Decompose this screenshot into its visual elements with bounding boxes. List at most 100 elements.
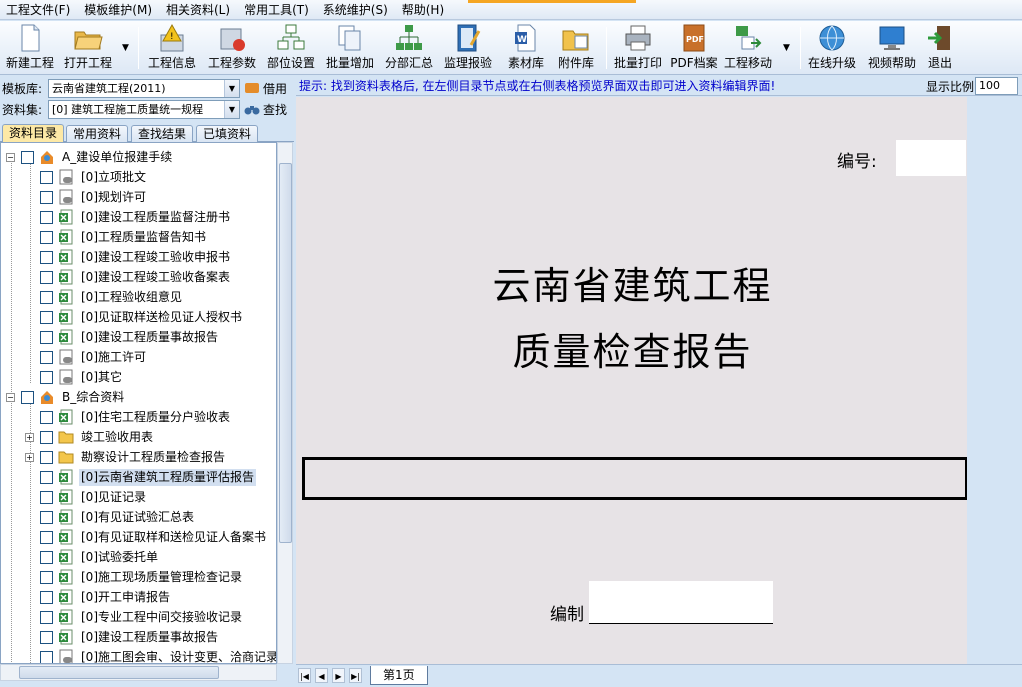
tree-checkbox[interactable] xyxy=(40,510,53,524)
expand-icon[interactable]: + xyxy=(25,432,34,442)
prev-page-icon[interactable]: ◀ xyxy=(315,668,328,683)
next-page-icon[interactable]: ▶ xyxy=(332,668,345,683)
tree-checkbox[interactable] xyxy=(40,290,53,304)
tree-item[interactable]: [0]工程验收组意见 xyxy=(25,287,184,307)
tree-checkbox[interactable] xyxy=(40,270,53,284)
new-project-button[interactable]: 新建工程 xyxy=(4,23,56,73)
document-preview[interactable]: 编号: 云南省建筑工程 质量检查报告 编制 xyxy=(296,97,1022,664)
tree-item[interactable]: [0]建设工程质量事故报告 xyxy=(25,327,220,347)
tree-item[interactable]: [0]见证取样送检见证人授权书 xyxy=(25,307,244,327)
tree-checkbox[interactable] xyxy=(40,450,53,464)
tree-item[interactable]: + 竣工验收用表 xyxy=(25,427,155,447)
tab-filled[interactable]: 已填资料 xyxy=(196,125,259,142)
last-page-icon[interactable]: ▶| xyxy=(349,668,362,683)
collapse-icon[interactable]: − xyxy=(6,152,15,162)
tree-item[interactable]: [0]试验委托单 xyxy=(25,547,160,567)
scroll-thumb[interactable] xyxy=(19,666,219,679)
project-name-box[interactable] xyxy=(302,457,968,500)
tree-checkbox[interactable] xyxy=(40,250,53,264)
tree-checkbox[interactable] xyxy=(40,610,53,624)
tree-horizontal-scrollbar[interactable] xyxy=(0,664,277,681)
tree-checkbox[interactable] xyxy=(21,390,34,404)
tree-item[interactable]: [0]有见证试验汇总表 xyxy=(25,507,196,527)
template-select[interactable]: 云南省建筑工程(2011) ▼ xyxy=(48,78,240,98)
tree-checkbox[interactable] xyxy=(40,590,53,604)
tree-item[interactable]: [0]建设工程质量监督注册书 xyxy=(25,207,232,227)
tree-item[interactable]: [0]建设工程竣工验收备案表 xyxy=(25,267,232,287)
tree-checkbox[interactable] xyxy=(40,170,53,184)
sub-summary-button[interactable]: 分部汇总 xyxy=(383,23,435,73)
open-dropdown-icon[interactable]: ▼ xyxy=(122,43,129,53)
scroll-thumb[interactable] xyxy=(279,163,292,543)
pdf-archive-button[interactable]: PDF PDF档案 xyxy=(668,23,720,73)
tree-item[interactable]: [0]云南省建筑工程质量评估报告 xyxy=(25,467,256,487)
tree-checkbox[interactable] xyxy=(40,470,53,484)
search-button[interactable]: 查找 xyxy=(244,101,287,118)
menu-help[interactable]: 帮助(H) xyxy=(395,0,451,20)
tree-item[interactable]: − B_综合资料 xyxy=(6,387,126,407)
tree-item[interactable]: [0]施工许可 xyxy=(25,347,148,367)
tab-common[interactable]: 常用资料 xyxy=(66,125,129,142)
tree-item[interactable]: [0]专业工程中间交接验收记录 xyxy=(25,607,244,627)
tree-vertical-scrollbar[interactable] xyxy=(277,142,293,664)
tree-item[interactable]: [0]其它 xyxy=(25,367,124,387)
tree-item[interactable]: + 勘察设计工程质量检查报告 xyxy=(25,447,227,467)
project-move-button[interactable]: 工程移动 xyxy=(722,23,774,73)
exit-button[interactable]: 退出 xyxy=(918,23,962,73)
tree-item[interactable]: [0]住宅工程质量分户验收表 xyxy=(25,407,232,427)
tab-catalog[interactable]: 资料目录 xyxy=(2,124,65,142)
tree-checkbox[interactable] xyxy=(21,150,34,164)
tree-checkbox[interactable] xyxy=(40,410,53,424)
online-upgrade-button[interactable]: 在线升级 xyxy=(806,23,858,73)
tree-checkbox[interactable] xyxy=(40,530,53,544)
set-select[interactable]: [0] 建筑工程施工质量统一规程 ▼ xyxy=(48,99,240,119)
tree-checkbox[interactable] xyxy=(40,230,53,244)
tree-item[interactable]: [0]有见证取样和送检见证人备案书 xyxy=(25,527,268,547)
video-help-button[interactable]: 视频帮助 xyxy=(866,23,918,73)
first-page-icon[interactable]: |◀ xyxy=(298,668,311,683)
open-project-button[interactable]: 打开工程 xyxy=(62,23,114,73)
tree-item[interactable]: [0]立项批文 xyxy=(25,167,148,187)
menu-system[interactable]: 系统维护(S) xyxy=(316,0,395,20)
menu-file[interactable]: 工程文件(F) xyxy=(0,0,77,20)
borrow-button[interactable]: 借用 xyxy=(244,80,287,97)
tree-item[interactable]: [0]建设工程质量事故报告 xyxy=(25,627,220,647)
tree-checkbox[interactable] xyxy=(40,310,53,324)
tree-item[interactable]: − A_建设单位报建手续 xyxy=(6,147,174,167)
expand-icon[interactable]: + xyxy=(25,452,34,462)
tree-item[interactable]: [0]施工图会审、设计变更、洽商记录 xyxy=(25,647,276,663)
tree-item[interactable]: [0]规划许可 xyxy=(25,187,148,207)
part-settings-button[interactable]: 部位设置 xyxy=(265,23,317,73)
attachment-lib-button[interactable]: 附件库 xyxy=(550,23,602,73)
material-lib-button[interactable]: W 素材库 xyxy=(500,23,552,73)
move-dropdown-icon[interactable]: ▼ xyxy=(783,43,790,53)
tree-checkbox[interactable] xyxy=(40,190,53,204)
menu-tools[interactable]: 常用工具(T) xyxy=(237,0,316,20)
tree-checkbox[interactable] xyxy=(40,330,53,344)
supervise-report-button[interactable]: 监理报验 xyxy=(442,23,494,73)
menu-template[interactable]: 模板维护(M) xyxy=(77,0,159,20)
tree-checkbox[interactable] xyxy=(40,550,53,564)
menu-related[interactable]: 相关资料(L) xyxy=(159,0,237,20)
number-field[interactable] xyxy=(896,140,966,176)
tree-checkbox[interactable] xyxy=(40,210,53,224)
tree-item[interactable]: [0]施工现场质量管理检查记录 xyxy=(25,567,244,587)
zoom-input[interactable]: 100 xyxy=(975,77,1018,95)
batch-print-button[interactable]: 批量打印 xyxy=(612,23,664,73)
tree-item[interactable]: [0]见证记录 xyxy=(25,487,148,507)
tree-checkbox[interactable] xyxy=(40,370,53,384)
project-info-button[interactable]: ! 工程信息 xyxy=(146,23,198,73)
tab-search-results[interactable]: 查找结果 xyxy=(131,125,194,142)
project-params-button[interactable]: 工程参数 xyxy=(206,23,258,73)
tree-item[interactable]: [0]工程质量监督告知书 xyxy=(25,227,208,247)
editor-field[interactable] xyxy=(589,581,773,624)
sheet-tab[interactable]: 第1页 xyxy=(370,666,428,685)
tree-item[interactable]: [0]建设工程竣工验收申报书 xyxy=(25,247,232,267)
collapse-icon[interactable]: − xyxy=(6,392,15,402)
tree-item[interactable]: [0]开工申请报告 xyxy=(25,587,172,607)
tree-checkbox[interactable] xyxy=(40,350,53,364)
tree-checkbox[interactable] xyxy=(40,630,53,644)
batch-add-button[interactable]: 批量增加 xyxy=(324,23,376,73)
tree-checkbox[interactable] xyxy=(40,490,53,504)
tree-checkbox[interactable] xyxy=(40,570,53,584)
